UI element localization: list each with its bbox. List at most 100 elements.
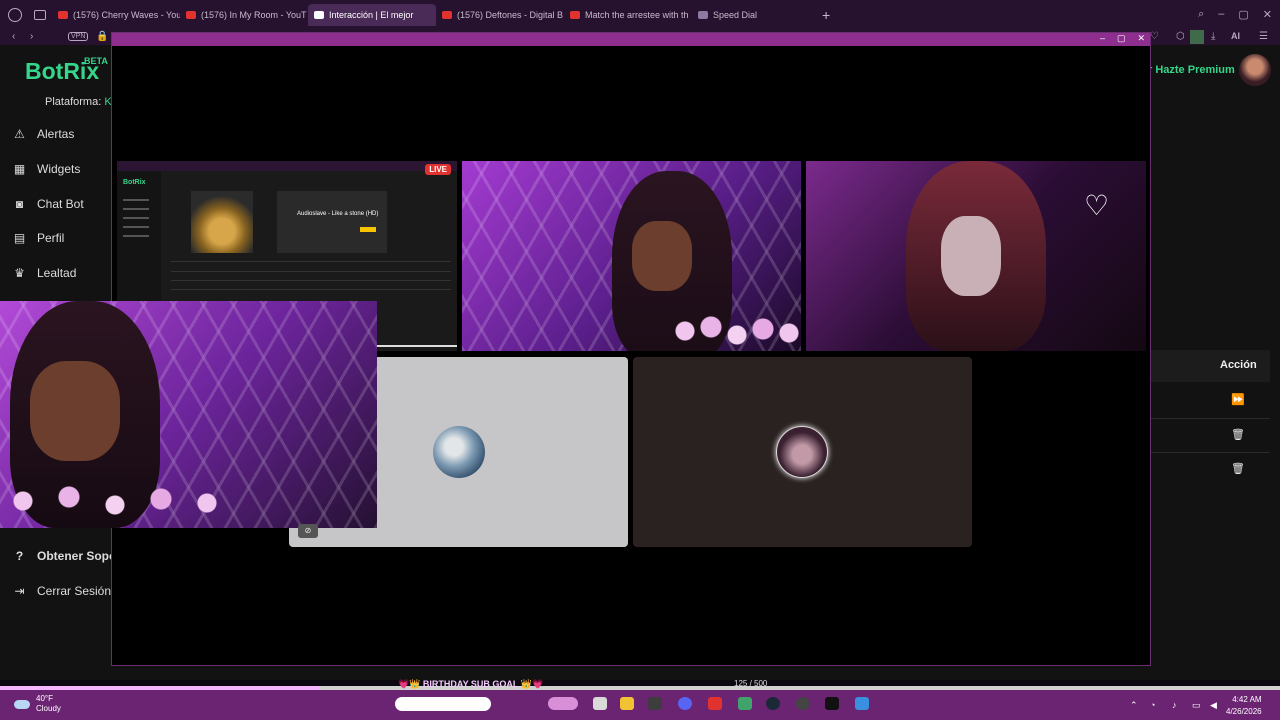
sidebar-item-soporte[interactable]: ? Obtener Sopor: [12, 549, 121, 563]
maximize-button[interactable]: ▢: [1117, 33, 1126, 44]
forward-icon[interactable]: ›: [30, 31, 33, 42]
display-icon[interactable]: ▭: [1192, 700, 1201, 711]
ai-button[interactable]: AI: [1231, 31, 1240, 41]
weather-condition: Cloudy: [36, 704, 61, 713]
sidebar-item-perfil[interactable]: ▤ Perfil: [12, 231, 65, 245]
avatar[interactable]: [1239, 54, 1271, 86]
premium-link[interactable]: r Hazte Premium: [1148, 64, 1235, 76]
system-clock[interactable]: 4:42 AM 4/26/2026: [1226, 694, 1262, 718]
shared-row-divider: [171, 261, 451, 262]
close-button[interactable]: ✕: [1263, 8, 1272, 21]
window-controls: ⌕ – ▢ ✕: [1198, 8, 1272, 21]
row-divider: [1150, 418, 1270, 419]
taskbar: [0, 690, 1280, 720]
taskbar-app-icon[interactable]: [855, 697, 869, 710]
browser-menu-icon[interactable]: [8, 7, 22, 22]
taskbar-app-icon[interactable]: [648, 697, 662, 710]
webcam-tile[interactable]: [462, 161, 801, 351]
popup-titlebar[interactable]: [112, 33, 1150, 46]
new-tab-button[interactable]: +: [822, 7, 830, 23]
chevron-up-icon[interactable]: ⌃: [1130, 700, 1138, 711]
vpn-badge[interactable]: VPN: [68, 32, 89, 41]
weather-widget[interactable]: 40°F Cloudy: [14, 694, 61, 714]
cloud-icon: [14, 699, 30, 709]
download-icon[interactable]: ⤓: [1211, 31, 1215, 42]
network-icon[interactable]: ◔: [1150, 700, 1155, 710]
sub-goal-count: 125 / 500: [734, 679, 768, 688]
sidebar-item-widgets[interactable]: ▦ Widgets: [12, 162, 81, 176]
volume-icon[interactable]: ◀: [1210, 700, 1217, 711]
sidebar-item-logout[interactable]: ⇥ Cerrar Sesión: [12, 584, 111, 598]
pip-webcam-overlay: [0, 301, 377, 528]
platform-label: Plataforma:: [45, 96, 102, 108]
maximize-button[interactable]: ▢: [1238, 8, 1248, 21]
shared-row-divider: [171, 280, 451, 281]
popup-window-controls: – ▢ ✕: [1100, 33, 1145, 44]
shared-row-divider: [171, 289, 451, 290]
webcam-face: [941, 216, 1001, 296]
shared-browser-tabbar: [117, 161, 457, 171]
youtube-icon: [442, 10, 452, 19]
clock-time: 4:42 AM: [1232, 695, 1262, 704]
browser-tab[interactable]: Speed Dial: [692, 4, 810, 26]
webcam-face: [632, 221, 692, 291]
shared-nav-line: [123, 226, 149, 228]
tiktok-icon[interactable]: [825, 697, 839, 710]
steam-icon[interactable]: [766, 697, 780, 710]
shared-nav-line: [123, 199, 149, 201]
youtube-icon[interactable]: [708, 697, 722, 710]
browser-tab[interactable]: (1576) Cherry Waves - You: [52, 4, 180, 26]
trash-icon[interactable]: 🗑: [1231, 462, 1245, 475]
beta-badge: BETA: [84, 56, 108, 66]
shield-icon: [314, 10, 324, 19]
sidebar-item-lealtad[interactable]: ♛ Lealtad: [12, 266, 76, 280]
speed-dial-icon: [698, 10, 708, 19]
lock-icon: 🔒: [96, 31, 109, 42]
flower-decoration: [672, 311, 801, 351]
help-icon: ?: [15, 548, 24, 563]
menu-icon[interactable]: ☰: [1259, 31, 1268, 42]
shared-video: [277, 191, 387, 253]
clock-date: 4/26/2026: [1226, 707, 1262, 716]
warning-icon: ⚠: [14, 126, 25, 141]
taskbar-app-icon[interactable]: [796, 697, 810, 710]
minimize-button[interactable]: –: [1100, 33, 1105, 44]
shared-nav-line: [123, 235, 149, 237]
extension-avatar[interactable]: [1190, 30, 1204, 44]
heart-icon[interactable]: ♡: [1084, 189, 1109, 222]
discord-icon[interactable]: [678, 697, 692, 710]
microphone-icon[interactable]: ♪: [1172, 700, 1177, 710]
browser-tab[interactable]: Match the arrestee with th: [564, 4, 692, 26]
shared-nav-line: [123, 208, 149, 210]
mute-video-icon[interactable]: ⊘: [298, 524, 318, 538]
youtube-icon: [58, 10, 68, 19]
browser-tab[interactable]: (1576) Deftones - Digital B: [436, 4, 564, 26]
close-button[interactable]: ✕: [1138, 33, 1146, 44]
skip-icon[interactable]: ⏩: [1231, 393, 1245, 406]
extension-icon[interactable]: ⬡: [1176, 31, 1185, 42]
tab-overview-icon[interactable]: [34, 9, 46, 20]
browser-tab-active[interactable]: Interacción | El mejor: [308, 3, 436, 26]
sidebar-item-chat-bot[interactable]: ◙ Chat Bot: [12, 197, 84, 211]
obs-icon[interactable]: [738, 697, 752, 710]
taskbar-app-icon[interactable]: [548, 697, 578, 710]
browser-tab[interactable]: (1576) In My Room - YouT: [180, 4, 308, 26]
taskbar-search[interactable]: [395, 697, 491, 711]
file-explorer-icon[interactable]: [620, 697, 634, 710]
trash-icon[interactable]: 🗑: [1231, 428, 1245, 441]
flower-decoration: [0, 481, 230, 521]
live-badge: LIVE: [425, 164, 451, 175]
heart-icon[interactable]: ♡: [1150, 31, 1159, 42]
participant-avatar: [433, 426, 485, 478]
logout-icon: ⇥: [14, 583, 25, 598]
shared-botrix-logo: BotRix: [123, 179, 146, 186]
sub-goal-label: 💗👑 BIRTHDAY SUB GOAL 👑💗: [398, 679, 544, 689]
taskview-icon[interactable]: [593, 697, 607, 710]
sidebar-item-alertas[interactable]: ⚠ Alertas: [12, 127, 74, 141]
minimize-button[interactable]: –: [1218, 8, 1224, 21]
trophy-icon: ♛: [14, 265, 25, 280]
shared-row-divider: [171, 271, 451, 272]
back-icon[interactable]: ‹: [12, 31, 15, 42]
search-icon[interactable]: ⌕: [1198, 8, 1204, 21]
robot-icon: ◙: [15, 196, 24, 211]
